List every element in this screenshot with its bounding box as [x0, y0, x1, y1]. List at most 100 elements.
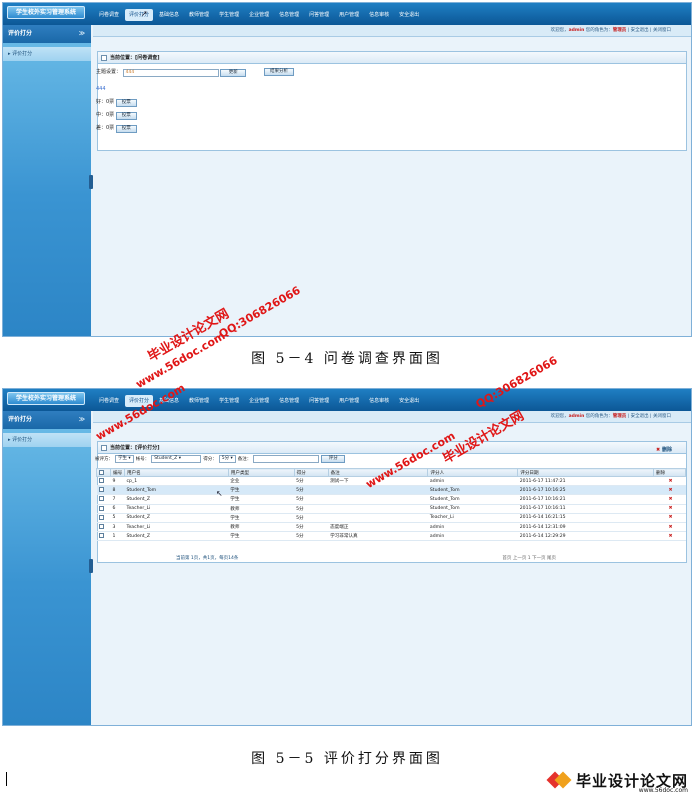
- figure-caption-rating: 图 5－5 评价打分界面图: [251, 751, 443, 767]
- pagination: 当前第 1页，共1页，每页14条 首页 上一页 1 下一页 尾页: [96, 553, 686, 563]
- nav-review[interactable]: 信息审核: [365, 9, 393, 21]
- score-cell: 5分: [294, 485, 329, 496]
- user-cell: Student_Tom: [124, 485, 229, 496]
- column-header[interactable]: 得分: [293, 468, 329, 477]
- table-row[interactable]: 3 Teacher_Li 教师 5分 态度端正 admin 2011-6-14 …: [96, 522, 686, 533]
- logo-emblem-icon: [546, 771, 573, 789]
- delete-icon[interactable]: ✖: [653, 504, 686, 514]
- column-header[interactable]: 用户名: [123, 468, 229, 477]
- nav-survey[interactable]: 问卷调查: [95, 9, 123, 21]
- type-cell: 教师: [228, 522, 295, 533]
- nav-users[interactable]: 用户管理: [335, 395, 363, 407]
- close-window-link[interactable]: | 关闭窗口: [649, 414, 671, 419]
- user-name: admin: [568, 414, 585, 419]
- vote-button[interactable]: 投票: [115, 125, 137, 133]
- delete-icon[interactable]: ✖: [653, 476, 686, 487]
- nav-student[interactable]: 学生管理: [215, 9, 243, 21]
- update-button[interactable]: 更新: [220, 69, 247, 77]
- delete-selected-link[interactable]: ✖ 删除: [656, 444, 672, 456]
- nav-student[interactable]: 学生管理: [215, 395, 243, 407]
- row-checkbox[interactable]: [98, 487, 104, 493]
- close-icon: ✖: [656, 447, 661, 453]
- id-cell: 1: [110, 531, 125, 542]
- user-cell: Teacher_Li: [124, 522, 229, 533]
- nav-qa[interactable]: 问答管理: [305, 9, 333, 21]
- delete-icon[interactable]: ✖: [653, 513, 686, 523]
- remark-input[interactable]: [253, 455, 320, 463]
- score-label: 得分：: [203, 457, 217, 462]
- delete-icon[interactable]: ✖: [653, 531, 686, 542]
- user-role: 管理员: [612, 414, 627, 419]
- nav-survey[interactable]: 问卷调查: [95, 395, 123, 407]
- sidebar-item-rating[interactable]: ▸ 评价打分: [3, 433, 91, 447]
- column-header[interactable]: 删除: [653, 468, 686, 477]
- mouse-cursor-icon: ➚: [141, 9, 148, 18]
- nav-info[interactable]: 信息管理: [275, 9, 303, 21]
- nav-logout[interactable]: 安全退出: [395, 9, 423, 21]
- pagination-nav[interactable]: 首页 上一页 1 下一页 尾页: [502, 555, 556, 561]
- nav-company[interactable]: 企业管理: [245, 9, 273, 21]
- close-window-link[interactable]: | 关闭窗口: [649, 28, 671, 33]
- type-cell: 学生: [228, 513, 295, 523]
- chevron-down-icon[interactable]: ≫: [79, 411, 85, 429]
- delete-icon[interactable]: ✖: [653, 522, 686, 533]
- status-bar: 欢迎您，admin 您的角色为：管理员 | 安全退出 | 关闭窗口: [93, 411, 691, 423]
- target-select[interactable]: 学生 ▾: [115, 455, 134, 463]
- column-header[interactable]: 编号: [109, 468, 125, 477]
- table-row[interactable]: 8 Student_Tom 学生 5分 Student_Tom 2011-6-1…: [96, 485, 686, 496]
- sidebar-section[interactable]: 评价打分 ≫: [3, 25, 91, 43]
- row-select-cell: [96, 531, 111, 542]
- nav-review[interactable]: 信息审核: [365, 395, 393, 407]
- role-prefix: 您的角色为：: [584, 414, 613, 419]
- nav-teacher[interactable]: 教师管理: [185, 9, 213, 21]
- chevron-down-icon[interactable]: ≫: [79, 25, 85, 43]
- table-row[interactable]: 1 Student_Z 学生 5分 学习非常认真 admin 2011-6-14…: [96, 531, 686, 542]
- row-checkbox[interactable]: [98, 533, 104, 539]
- row-checkbox[interactable]: [98, 524, 104, 530]
- sidebar-item-rating[interactable]: ▸ 评价打分: [3, 47, 91, 61]
- app-logo: 学生校外实习管理系统: [7, 6, 85, 19]
- nav-company[interactable]: 企业管理: [245, 395, 273, 407]
- app-logo: 学生校外实习管理系统: [7, 392, 85, 405]
- column-header[interactable]: 评分人: [427, 468, 519, 477]
- vote-button[interactable]: 投票: [115, 112, 137, 120]
- row-checkbox[interactable]: [98, 496, 104, 502]
- nav-info[interactable]: 信息管理: [275, 395, 303, 407]
- submit-rating-button[interactable]: 评分: [321, 455, 346, 463]
- row-checkbox[interactable]: [98, 478, 104, 484]
- nav-rating[interactable]: 评价打分: [125, 9, 154, 21]
- column-header[interactable]: 用户类型: [227, 468, 295, 477]
- logout-link[interactable]: | 安全退出: [626, 28, 649, 33]
- row-checkbox[interactable]: [98, 514, 104, 520]
- table-row[interactable]: 7 Student_Z 学生 5分 Student_Tom 2011-6-17 …: [96, 494, 686, 505]
- nav-logout[interactable]: 安全退出: [395, 395, 423, 407]
- nav-users[interactable]: 用户管理: [335, 9, 363, 21]
- nav-basic-info[interactable]: 基础信息: [155, 9, 183, 21]
- table-row[interactable]: 5 Student_Z 学生 5分 Teacher_Li 2011-6-14 1…: [96, 513, 686, 523]
- sidebar-collapse-handle[interactable]: [89, 175, 93, 189]
- table-row[interactable]: 6 Teacher_Li 教师 5分 Student_Tom 2011-6-17…: [96, 504, 686, 514]
- delete-icon[interactable]: ✖: [653, 485, 686, 496]
- sidebar-section[interactable]: 评价打分 ≫: [3, 411, 91, 429]
- topic-input[interactable]: 444: [122, 69, 219, 77]
- logout-link[interactable]: | 安全退出: [626, 414, 649, 419]
- select-all-checkbox[interactable]: [99, 469, 104, 475]
- nav-qa[interactable]: 问答管理: [305, 395, 333, 407]
- account-select[interactable]: Student_Z ▾: [151, 455, 202, 463]
- delete-icon[interactable]: ✖: [653, 494, 686, 505]
- note-cell: [328, 504, 428, 514]
- sidebar-collapse-handle[interactable]: [89, 559, 93, 573]
- nav-teacher[interactable]: 教师管理: [185, 395, 213, 407]
- column-header[interactable]: 评分日期: [517, 468, 654, 477]
- row-select-cell: [96, 476, 111, 487]
- score-cell: 5分: [294, 476, 329, 487]
- vote-button[interactable]: 投票: [115, 99, 137, 107]
- date-cell: 2011-6-17 10:16:25: [517, 485, 654, 496]
- row-checkbox[interactable]: [98, 505, 104, 511]
- score-select[interactable]: 5分 ▾: [218, 455, 236, 463]
- option-label: 差：0票: [96, 125, 115, 131]
- result-analysis-button[interactable]: 结果分析: [264, 68, 294, 76]
- id-cell: 5: [110, 513, 125, 523]
- note-cell: [328, 513, 428, 523]
- sidebar-item-label: 评价打分: [12, 51, 33, 57]
